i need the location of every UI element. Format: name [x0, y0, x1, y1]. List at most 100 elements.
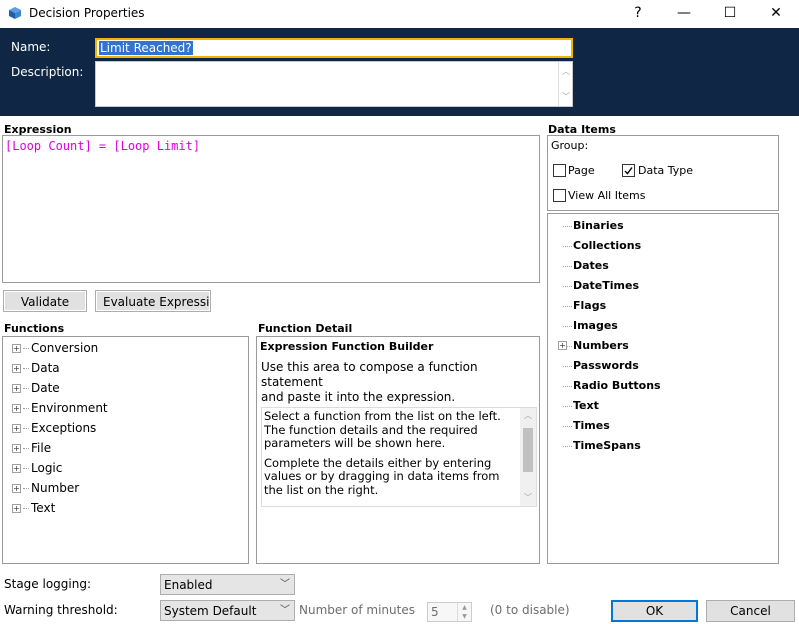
description-field[interactable]: ︿ ﹀: [95, 61, 573, 107]
data-item-category[interactable]: DateTimes: [573, 276, 639, 296]
tree-connector: [23, 387, 29, 389]
function-category-item[interactable]: + Logic: [12, 458, 62, 478]
function-detail-help: Select a function from the list on the l…: [261, 407, 537, 507]
page-checkbox[interactable]: [553, 164, 566, 177]
data-item-category[interactable]: Binaries: [573, 216, 624, 236]
data-type-checkbox[interactable]: [622, 164, 635, 177]
tree-connector: [23, 347, 29, 349]
function-category-label: Environment: [31, 401, 108, 415]
expand-icon[interactable]: +: [12, 483, 21, 493]
expression-editor[interactable]: [2, 135, 540, 283]
validate-button[interactable]: Validate: [3, 290, 87, 312]
data-item-category[interactable]: TimeSpans: [573, 436, 641, 456]
tree-connector: [563, 386, 572, 387]
data-type-checkbox-label: Data Type: [638, 164, 694, 177]
maximize-button[interactable]: ☐: [707, 0, 753, 28]
function-category-item[interactable]: + File: [12, 438, 51, 458]
function-category-label: Data: [31, 361, 60, 375]
data-item-category[interactable]: Radio Buttons: [573, 376, 661, 396]
tree-connector: [563, 226, 572, 227]
view-all-items-checkbox[interactable]: [553, 189, 566, 202]
close-button[interactable]: ✕: [753, 0, 799, 28]
number-of-minutes-label: Number of minutes: [299, 603, 415, 617]
tree-connector: [563, 446, 572, 447]
data-item-category[interactable]: Images: [573, 316, 618, 336]
warning-threshold-select[interactable]: System Default ﹀: [160, 600, 295, 621]
help-button[interactable]: ?: [615, 0, 661, 28]
scroll-down-icon[interactable]: ﹀: [559, 91, 573, 102]
tree-connector: [23, 367, 29, 369]
intro-line: and paste it into the expression.: [261, 390, 456, 404]
function-category-item[interactable]: + Number: [12, 478, 79, 498]
chevron-down-icon: ﹀: [280, 579, 290, 590]
cancel-button[interactable]: Cancel: [706, 600, 795, 622]
app-cube-icon: [9, 7, 21, 19]
function-builder-heading: Expression Function Builder: [260, 340, 434, 353]
tree-connector: [563, 266, 572, 267]
tree-connector: [563, 306, 572, 307]
data-item-category[interactable]: Collections: [573, 236, 641, 256]
function-category-item[interactable]: + Exceptions: [12, 418, 96, 438]
function-category-label: Date: [31, 381, 60, 395]
ok-button[interactable]: OK: [611, 600, 698, 622]
scroll-thumb[interactable]: [523, 428, 533, 472]
group-label: Group:: [551, 139, 589, 152]
data-item-category[interactable]: Passwords: [573, 356, 639, 376]
function-category-item[interactable]: + Environment: [12, 398, 108, 418]
window-title: Decision Properties: [29, 6, 145, 20]
tree-connector: [563, 406, 572, 407]
help-line: The function details and the required: [264, 422, 478, 437]
data-item-category[interactable]: Flags: [573, 296, 606, 316]
tree-connector: [563, 286, 572, 287]
data-item-category[interactable]: Times: [573, 416, 610, 436]
function-category-item[interactable]: + Data: [12, 358, 60, 378]
function-category-item[interactable]: + Conversion: [12, 338, 98, 358]
intro-line: Use this area to compose a function stat…: [261, 360, 478, 389]
scroll-up-icon[interactable]: ︿: [520, 410, 536, 421]
stepper-down-icon[interactable]: ▼: [458, 612, 471, 621]
help-line: values or by dragging in data items from: [264, 469, 500, 483]
function-category-label: Conversion: [31, 341, 99, 355]
description-scrollbar[interactable]: ︿ ﹀: [558, 62, 572, 106]
tree-connector: [563, 366, 572, 367]
stage-logging-value: Enabled: [164, 578, 213, 592]
name-field[interactable]: Limit Reached?: [95, 38, 573, 58]
data-item-category[interactable]: Numbers: [573, 336, 629, 356]
checkmark-icon: [624, 167, 633, 175]
tree-connector: [23, 467, 29, 469]
warning-threshold-label: Warning threshold:: [4, 603, 118, 617]
name-field-value: Limit Reached?: [99, 41, 193, 55]
tree-connector: [23, 447, 29, 449]
expand-icon[interactable]: +: [12, 363, 21, 373]
help-line: the list on the right.: [264, 482, 379, 497]
help-line: Complete the details either by entering: [264, 455, 492, 470]
function-category-item[interactable]: + Text: [12, 498, 55, 518]
expand-icon[interactable]: +: [12, 443, 21, 453]
page-checkbox-label: Page: [568, 164, 595, 177]
data-item-category[interactable]: Text: [573, 396, 599, 416]
scroll-up-icon[interactable]: ︿: [559, 66, 573, 77]
data-item-category[interactable]: Dates: [573, 256, 609, 276]
tree-connector: [563, 426, 572, 427]
stepper-up-icon[interactable]: ▲: [458, 603, 471, 612]
stage-logging-select[interactable]: Enabled ﹀: [160, 574, 295, 595]
scroll-down-icon[interactable]: ﹀: [520, 492, 536, 503]
expand-icon[interactable]: +: [558, 341, 567, 350]
stepper-arrows[interactable]: ▲ ▼: [457, 603, 471, 621]
function-detail-scrollbar[interactable]: ︿ ﹀: [520, 408, 536, 506]
function-category-item[interactable]: + Date: [12, 378, 60, 398]
tree-connector: [563, 326, 572, 327]
function-detail-label: Function Detail: [258, 322, 353, 335]
expand-icon[interactable]: +: [12, 343, 21, 353]
minutes-stepper[interactable]: 5 ▲ ▼: [427, 602, 472, 622]
expand-icon[interactable]: +: [12, 403, 21, 413]
tree-connector: [23, 487, 29, 489]
function-category-label: Number: [31, 481, 80, 495]
minimize-button[interactable]: —: [661, 0, 707, 28]
view-all-items-label: View All Items: [568, 189, 646, 202]
expand-icon[interactable]: +: [12, 383, 21, 393]
evaluate-expression-button[interactable]: Evaluate Expressi: [95, 290, 211, 312]
expand-icon[interactable]: +: [12, 503, 21, 513]
expand-icon[interactable]: +: [12, 423, 21, 433]
expand-icon[interactable]: +: [12, 463, 21, 473]
